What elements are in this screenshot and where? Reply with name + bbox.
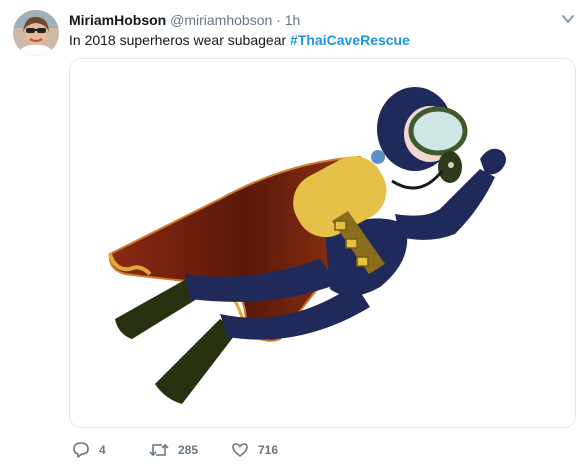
air-hose xyxy=(391,170,444,190)
hashtag-link[interactable]: #ThaiCaveRescue xyxy=(290,32,410,48)
hand xyxy=(480,148,506,175)
user-handle[interactable]: @miriamhobson xyxy=(170,12,272,28)
tweet-body: In 2018 superheros wear subagear xyxy=(69,32,287,48)
avatar-image xyxy=(13,10,59,56)
separator-dot: · xyxy=(276,12,281,28)
tweet-time[interactable]: 1h xyxy=(285,12,301,28)
like-button[interactable]: 716 xyxy=(231,441,278,459)
display-name[interactable]: MiriamHobson xyxy=(69,12,166,28)
retweet-icon xyxy=(149,443,169,457)
chevron-down-icon[interactable] xyxy=(560,12,576,26)
tweet-text: In 2018 superheros wear subagear #ThaiCa… xyxy=(69,31,410,49)
valve xyxy=(371,150,385,164)
right-fin xyxy=(155,319,238,404)
avatar[interactable] xyxy=(13,10,59,56)
reply-icon xyxy=(73,442,89,458)
superhero-diver-illustration xyxy=(108,87,506,404)
tweet-media[interactable] xyxy=(69,58,576,428)
like-count: 716 xyxy=(258,443,279,457)
reply-count: 4 xyxy=(99,443,106,457)
dive-mask xyxy=(408,106,468,156)
tweet-header: MiriamHobson @miriamhobson · 1h xyxy=(69,11,300,29)
retweet-count: 285 xyxy=(178,443,199,457)
reply-button[interactable]: 4 xyxy=(72,441,106,459)
retweet-button[interactable]: 285 xyxy=(149,441,198,459)
heart-icon xyxy=(232,443,248,457)
